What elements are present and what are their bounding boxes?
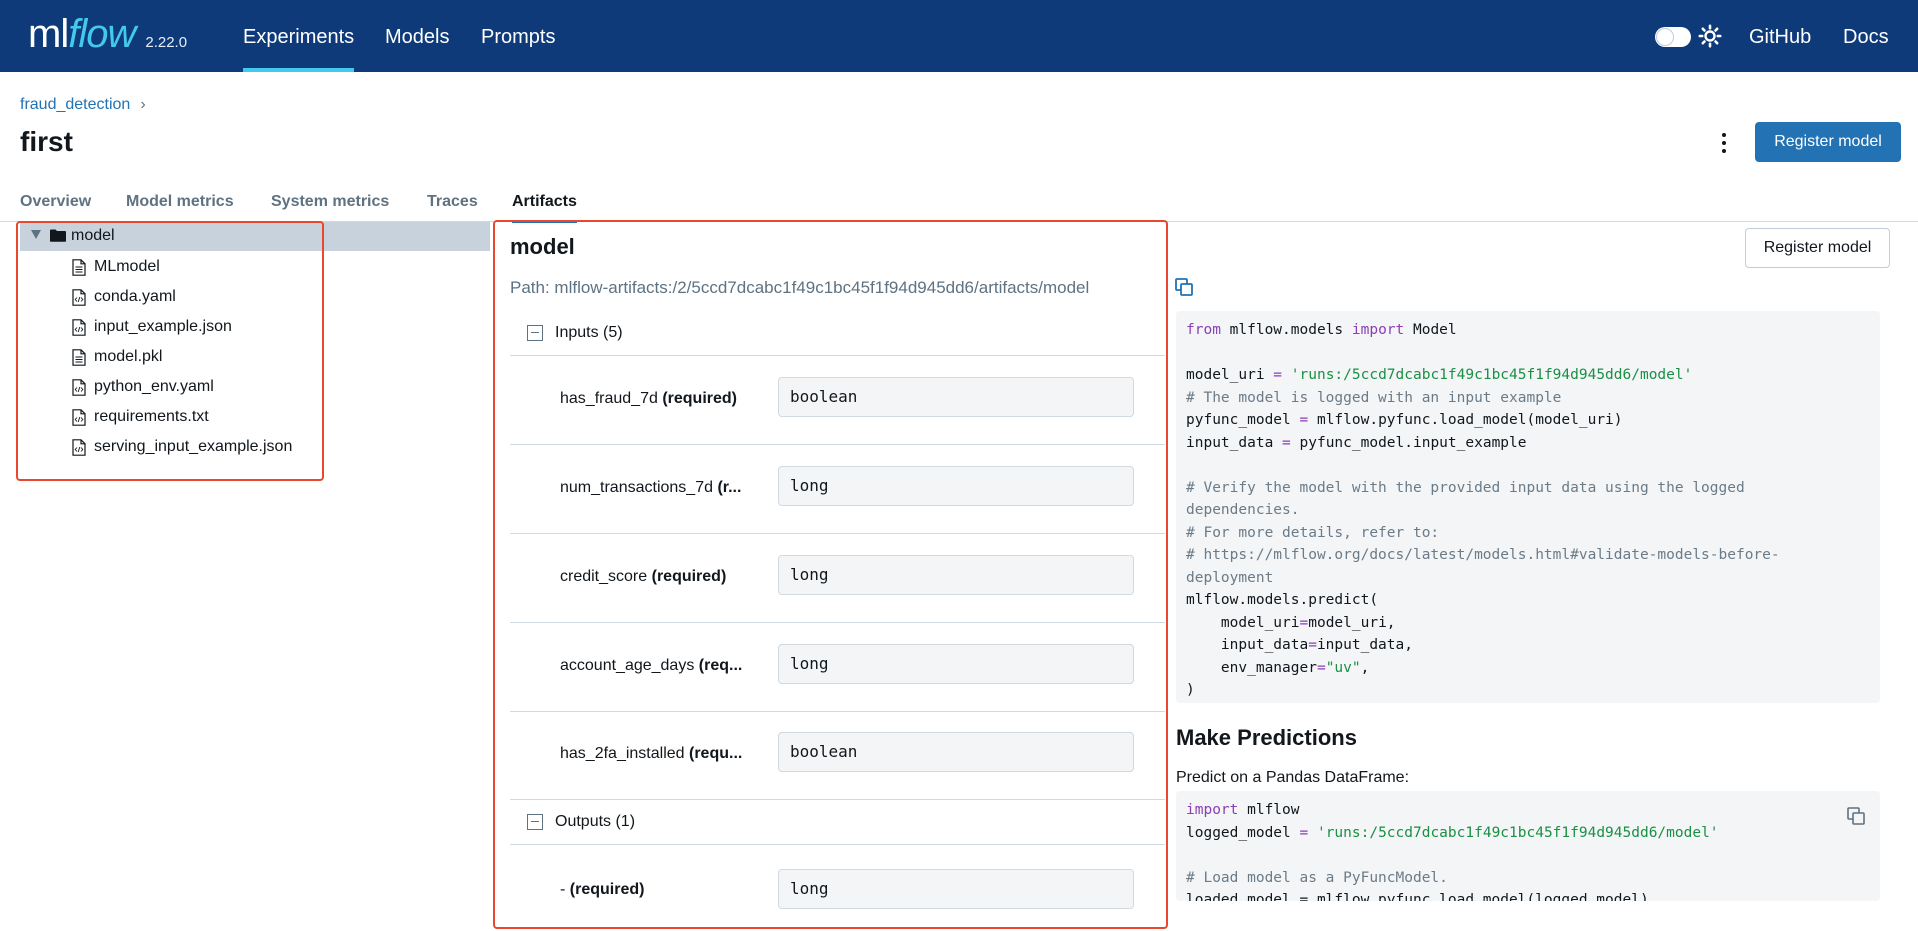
file-label: python_env.yaml bbox=[94, 378, 214, 395]
tree-item-file[interactable]: MLmodel bbox=[72, 255, 160, 279]
field-name: account_age_days (req... bbox=[560, 657, 743, 674]
copy-icon[interactable] bbox=[1175, 278, 1193, 296]
field-name: num_transactions_7d (r... bbox=[560, 479, 742, 496]
tree-item-file[interactable]: model.pkl bbox=[72, 345, 162, 369]
tab-model-metrics[interactable]: Model metrics bbox=[126, 193, 234, 211]
version-label: 2.22.0 bbox=[145, 34, 188, 51]
logo-ml: ml bbox=[28, 12, 69, 56]
artifact-path: Path: mlflow-artifacts:/2/5ccd7dcabc1f49… bbox=[510, 278, 1090, 297]
top-nav: ml flow 2.22.0 Experiments Models Prompts… bbox=[0, 0, 1918, 72]
theme-toggle[interactable] bbox=[1655, 27, 1691, 47]
field-name: has_2fa_installed (requ... bbox=[560, 745, 743, 762]
code-file-icon bbox=[72, 408, 86, 426]
schema-input-row: has_2fa_installed (requ... boolean bbox=[510, 711, 1165, 800]
breadcrumb-experiment[interactable]: fraud_detection bbox=[20, 96, 130, 114]
inputs-section-toggle[interactable]: Inputs (5) bbox=[510, 310, 1165, 356]
field-name: credit_score (required) bbox=[560, 568, 727, 585]
tab-overview[interactable]: Overview bbox=[20, 193, 91, 211]
register-model-button[interactable]: Register model bbox=[1755, 122, 1901, 162]
schema-output-row: - (required) long bbox=[510, 845, 1165, 931]
field-name: has_fraud_7d (required) bbox=[560, 390, 737, 407]
page-title: first bbox=[20, 126, 73, 157]
tab-system-metrics[interactable]: System metrics bbox=[271, 193, 389, 211]
predictions-description: Predict on a Pandas DataFrame: bbox=[1176, 769, 1410, 786]
code-file-icon bbox=[72, 438, 86, 456]
sun-icon bbox=[1698, 24, 1722, 48]
docs-link[interactable]: Docs bbox=[1843, 0, 1889, 72]
field-name: - (required) bbox=[560, 881, 645, 898]
mlflow-logo[interactable]: ml flow 2.22.0 bbox=[28, 12, 187, 60]
nav-prompts[interactable]: Prompts bbox=[481, 0, 555, 72]
chevron-right-icon: › bbox=[140, 96, 146, 113]
nav-models[interactable]: Models bbox=[385, 0, 449, 72]
schema-input-row: account_age_days (req... long bbox=[510, 623, 1165, 712]
file-label: serving_input_example.json bbox=[94, 438, 293, 455]
field-type: long bbox=[778, 644, 1134, 684]
schema-input-row: has_fraud_7d (required) boolean bbox=[510, 356, 1165, 445]
schema-input-row: num_transactions_7d (r... long bbox=[510, 445, 1165, 534]
field-type: boolean bbox=[778, 377, 1134, 417]
more-actions-icon[interactable] bbox=[1714, 130, 1734, 156]
code-block-validate: from mlflow.models import Model model_ur… bbox=[1176, 311, 1880, 703]
file-label: MLmodel bbox=[94, 258, 160, 275]
logo-flow: flow bbox=[68, 12, 136, 56]
breadcrumb: fraud_detection › bbox=[20, 96, 146, 114]
file-icon bbox=[72, 348, 86, 366]
tree-item-file[interactable]: requirements.txt bbox=[72, 405, 209, 429]
code-file-icon bbox=[72, 288, 86, 306]
artifact-title: model bbox=[510, 234, 575, 259]
code-block-predict: import mlflow logged_model = 'runs:/5ccd… bbox=[1176, 791, 1880, 901]
tree-item-file[interactable]: python_env.yaml bbox=[72, 375, 214, 399]
file-label: conda.yaml bbox=[94, 288, 176, 305]
tree-item-file[interactable]: conda.yaml bbox=[72, 285, 176, 309]
copy-icon[interactable] bbox=[1846, 806, 1866, 826]
collapse-icon bbox=[527, 324, 543, 341]
outputs-section-toggle[interactable]: Outputs (1) bbox=[510, 799, 1165, 845]
github-link[interactable]: GitHub bbox=[1749, 0, 1811, 72]
nav-experiments[interactable]: Experiments bbox=[243, 0, 355, 72]
field-type: long bbox=[778, 466, 1134, 506]
make-predictions-heading: Make Predictions bbox=[1176, 725, 1357, 750]
tree-item-file[interactable]: input_example.json bbox=[72, 315, 232, 339]
file-label: model.pkl bbox=[94, 348, 163, 365]
code-file-icon bbox=[72, 318, 86, 336]
inputs-label: Inputs (5) bbox=[555, 323, 623, 341]
collapse-icon bbox=[527, 813, 543, 830]
file-label: input_example.json bbox=[94, 318, 232, 335]
field-type: boolean bbox=[778, 732, 1134, 772]
file-icon bbox=[72, 258, 86, 276]
run-tabs: Overview Model metrics System metrics Tr… bbox=[0, 190, 1918, 223]
register-model-secondary-button[interactable]: Register model bbox=[1745, 228, 1890, 268]
field-type: long bbox=[778, 869, 1134, 909]
code-file-icon bbox=[72, 378, 86, 396]
file-label: requirements.txt bbox=[94, 408, 209, 425]
tab-artifacts[interactable]: Artifacts bbox=[512, 193, 577, 223]
outputs-label: Outputs (1) bbox=[555, 812, 636, 830]
field-type: long bbox=[778, 555, 1134, 595]
tree-item-file[interactable]: serving_input_example.json bbox=[72, 435, 292, 459]
tab-traces[interactable]: Traces bbox=[427, 193, 478, 211]
schema-input-row: credit_score (required) long bbox=[510, 534, 1165, 623]
